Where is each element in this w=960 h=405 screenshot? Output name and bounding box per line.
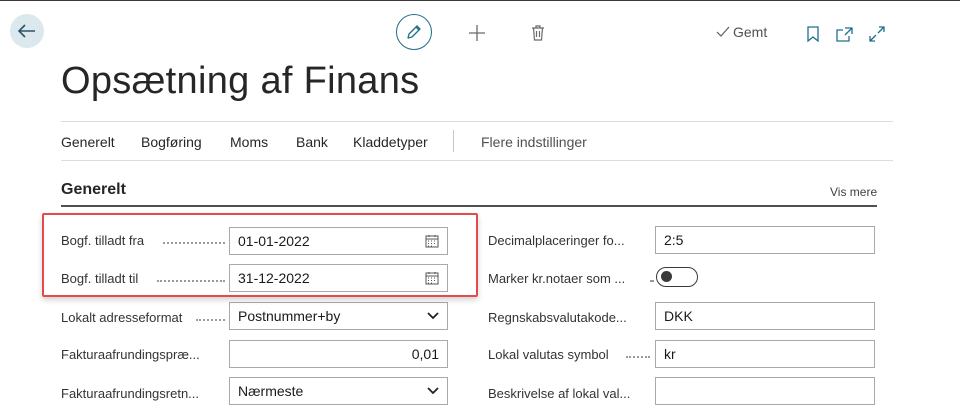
local-address-format-value: Postnummer+by <box>238 308 341 324</box>
saved-label: Gemt <box>733 24 768 40</box>
pencil-icon <box>407 25 421 39</box>
bookmark-icon <box>807 26 819 42</box>
tab-bar: Generelt Bogføring Moms Bank Kladdetyper… <box>61 121 893 161</box>
highlight-box <box>42 213 478 297</box>
chevron-down-icon <box>427 312 439 320</box>
local-currency-description-field[interactable] <box>655 377 875 405</box>
delete-button[interactable] <box>528 22 548 44</box>
field-label-invoice-rounding-precision: Fakturaafrundingspræ... <box>61 347 200 362</box>
section-title[interactable]: Generelt <box>61 181 126 199</box>
tab-bogfoering[interactable]: Bogføring <box>141 134 202 150</box>
page-title: Opsætning af Finans <box>61 60 420 102</box>
decimal-places-value: 2:5 <box>664 232 684 248</box>
field-label-invoice-rounding-direction: Fakturaafrundingsretn... <box>61 386 200 401</box>
toggle-knob <box>661 271 672 282</box>
plus-icon <box>469 25 485 41</box>
open-new-window-icon <box>835 26 853 42</box>
bookmark-button[interactable] <box>804 24 822 44</box>
chevron-down-icon <box>427 387 439 395</box>
field-label-lcy-code: Regnskabsvalutakode... <box>488 310 627 325</box>
invoice-rounding-direction-select[interactable]: Nærmeste <box>229 377 448 405</box>
lcy-code-field[interactable]: DKK <box>655 302 875 330</box>
mark-credit-memos-toggle[interactable] <box>656 267 698 287</box>
invoice-rounding-precision-value: 0,01 <box>411 346 439 362</box>
edit-button[interactable] <box>396 14 432 50</box>
tab-separator <box>453 130 454 152</box>
tab-bank[interactable]: Bank <box>296 134 328 150</box>
tab-moms[interactable]: Moms <box>230 134 268 150</box>
field-label-decimal-places: Decimalplaceringer fo... <box>488 233 625 248</box>
tab-kladdetyper[interactable]: Kladdetyper <box>353 134 428 150</box>
section-divider <box>61 205 877 207</box>
tab-generelt[interactable]: Generelt <box>61 134 115 150</box>
label-leader <box>650 280 654 282</box>
checkmark-icon <box>716 26 730 37</box>
decimal-places-field[interactable]: 2:5 <box>655 226 875 254</box>
field-label-local-currency-description: Beskrivelse af lokal val... <box>488 386 631 401</box>
window-top-border <box>0 0 960 1</box>
local-address-format-select[interactable]: Postnummer+by <box>229 302 448 330</box>
back-arrow-icon <box>18 24 35 38</box>
trash-icon <box>532 25 544 41</box>
saved-status: Gemt <box>716 24 767 40</box>
back-button[interactable] <box>10 14 44 48</box>
show-more-link[interactable]: Vis mere <box>830 185 877 199</box>
expand-button[interactable] <box>866 24 888 44</box>
invoice-rounding-precision-field[interactable]: 0,01 <box>229 340 448 368</box>
expand-icon <box>869 26 885 42</box>
label-leader <box>626 356 650 358</box>
label-leader <box>196 319 225 321</box>
tab-more-settings[interactable]: Flere indstillinger <box>481 134 587 150</box>
local-currency-symbol-value: kr <box>664 346 676 362</box>
local-currency-symbol-field[interactable]: kr <box>655 340 875 368</box>
invoice-rounding-direction-value: Nærmeste <box>238 383 304 399</box>
lcy-code-value: DKK <box>664 308 693 324</box>
new-button[interactable] <box>466 22 488 44</box>
open-new-window-button[interactable] <box>834 24 854 44</box>
field-label-local-currency-symbol: Lokal valutas symbol <box>488 347 609 362</box>
field-label-mark-credit-memos: Marker kr.notaer som ... <box>488 271 626 286</box>
field-label-local-address-format: Lokalt adresseformat <box>61 310 183 325</box>
